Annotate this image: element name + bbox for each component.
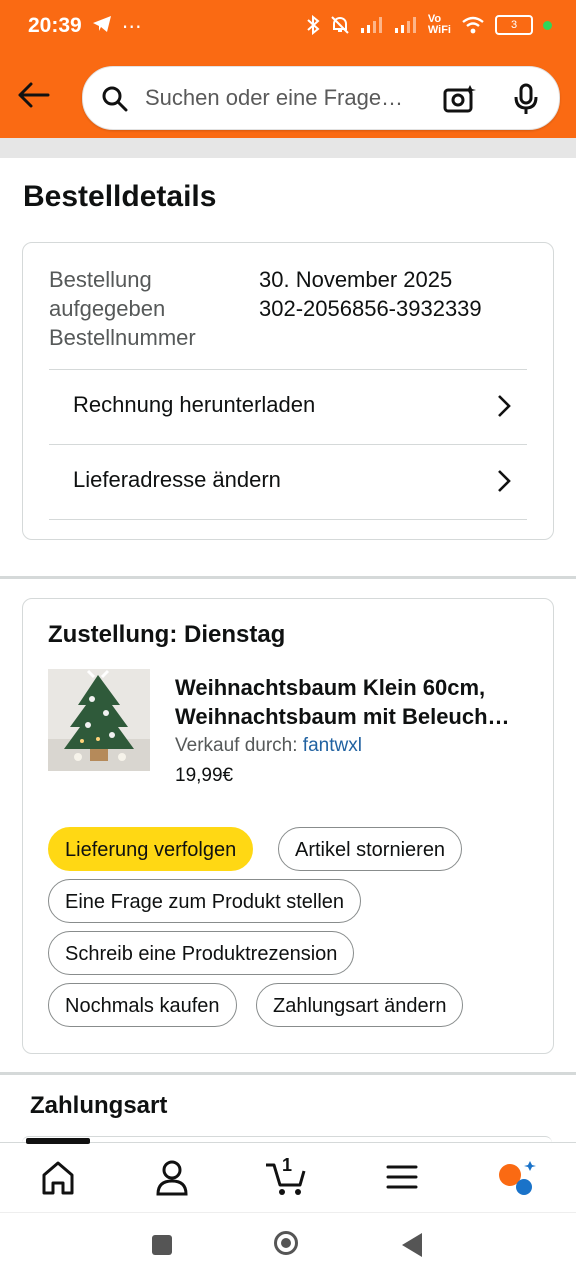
camera-search-icon[interactable] [443, 83, 477, 113]
status-left-icons: ⋯ [92, 14, 142, 39]
download-invoice-row[interactable]: Rechnung herunterladen [49, 369, 527, 444]
order-values: 30. November 2025 302-2056856-3932339 [259, 265, 549, 323]
recents-button[interactable] [152, 1235, 172, 1255]
nav-home[interactable] [34, 1157, 82, 1197]
page-title: Bestelldetails [23, 180, 217, 213]
account-icon [156, 1160, 188, 1196]
search-bar[interactable]: Suchen oder eine Frage… [82, 66, 560, 130]
label-line: Bestellnummer [49, 325, 196, 350]
order-number: 302-2056856-3932339 [259, 296, 482, 321]
seller-link[interactable]: fantwxl [303, 735, 362, 756]
silent-icon [331, 16, 349, 34]
section-divider [0, 576, 576, 579]
row-divider [49, 519, 527, 520]
product-price: 19,99€ [175, 765, 234, 786]
menu-icon [386, 1165, 418, 1189]
change-payment-button[interactable]: Zahlungsart ändern [256, 983, 464, 1027]
order-date: 30. November 2025 [259, 267, 453, 292]
payment-title: Zahlungsart [30, 1092, 168, 1119]
rufus-icon [499, 1161, 536, 1195]
nav-cart[interactable]: 1 [262, 1155, 310, 1197]
more-icon: ⋯ [121, 16, 142, 38]
order-labels: Bestellung aufgegeben Bestellnummer [49, 265, 239, 352]
product-name-line: Weihnachtsbaum mit Beleuch… [175, 704, 510, 729]
app-header: 20:39 ⋯ Vo WiFi 3 Suchen oder eine Frage… [0, 0, 576, 138]
label-line: Bestellung [49, 267, 152, 292]
nav-selected-indicator [26, 1138, 90, 1144]
telegram-icon [93, 16, 111, 32]
search-icon [102, 86, 128, 112]
home-icon [42, 1161, 74, 1195]
wifi-icon [462, 16, 484, 34]
cart-count: 1 [282, 1155, 293, 1175]
row-label: Lieferadresse ändern [73, 467, 281, 492]
system-nav-bar [0, 1212, 576, 1281]
chevron-right-icon [498, 470, 511, 492]
back-arrow-icon[interactable] [16, 80, 50, 110]
status-time: 20:39 [28, 14, 82, 37]
write-review-button[interactable]: Schreib eine Produktrezension [48, 931, 355, 975]
change-address-row[interactable]: Lieferadresse ändern [49, 444, 527, 519]
bottom-nav: 1 [0, 1142, 576, 1213]
search-input[interactable]: Suchen oder eine Frage… [145, 85, 403, 111]
seller-prefix: Verkauf durch: [175, 735, 303, 756]
volte-wifi-icon: Vo WiFi [427, 13, 451, 36]
signal-icon-2 [394, 17, 416, 33]
privacy-dot [543, 20, 552, 30]
buy-again-button[interactable]: Nochmals kaufen [48, 983, 237, 1027]
delivery-title: Zustellung: Dienstag [48, 621, 286, 648]
signal-icon [360, 17, 382, 33]
cancel-item-button[interactable]: Artikel stornieren [278, 827, 463, 871]
track-delivery-button[interactable]: Lieferung verfolgen [48, 827, 254, 871]
label-line: aufgegeben [49, 296, 166, 321]
battery-icon: 3 [495, 15, 533, 35]
nav-rufus[interactable] [494, 1157, 542, 1197]
product-image[interactable] [48, 669, 150, 771]
row-label: Rechnung herunterladen [73, 392, 316, 417]
ask-question-button[interactable]: Eine Frage zum Produkt stellen [48, 879, 362, 923]
product-name[interactable]: Weihnachtsbaum Klein 60cm, Weihnachtsbau… [175, 673, 535, 731]
order-info-card: Bestellung aufgegeben Bestellnummer 30. … [22, 242, 554, 540]
chevron-right-icon [498, 395, 511, 417]
microphone-icon[interactable] [511, 83, 541, 115]
christmas-tree-image [48, 669, 150, 771]
status-bar: 20:39 ⋯ Vo WiFi 3 [0, 0, 576, 56]
home-button[interactable] [274, 1231, 298, 1255]
bluetooth-icon [307, 15, 320, 35]
shipment-card: Zustellung: Dienstag Weihnachtsbaum Klei… [22, 598, 554, 1054]
seller-info: Verkauf durch: fantwxl [175, 735, 362, 757]
back-button[interactable] [402, 1233, 422, 1257]
nav-account[interactable] [148, 1157, 196, 1197]
status-right-icons: Vo WiFi 3 [306, 14, 552, 36]
section-divider [0, 1072, 576, 1075]
divider-strip [0, 138, 576, 158]
nav-menu[interactable] [378, 1157, 426, 1197]
product-name-line: Weihnachtsbaum Klein 60cm, [175, 675, 486, 700]
